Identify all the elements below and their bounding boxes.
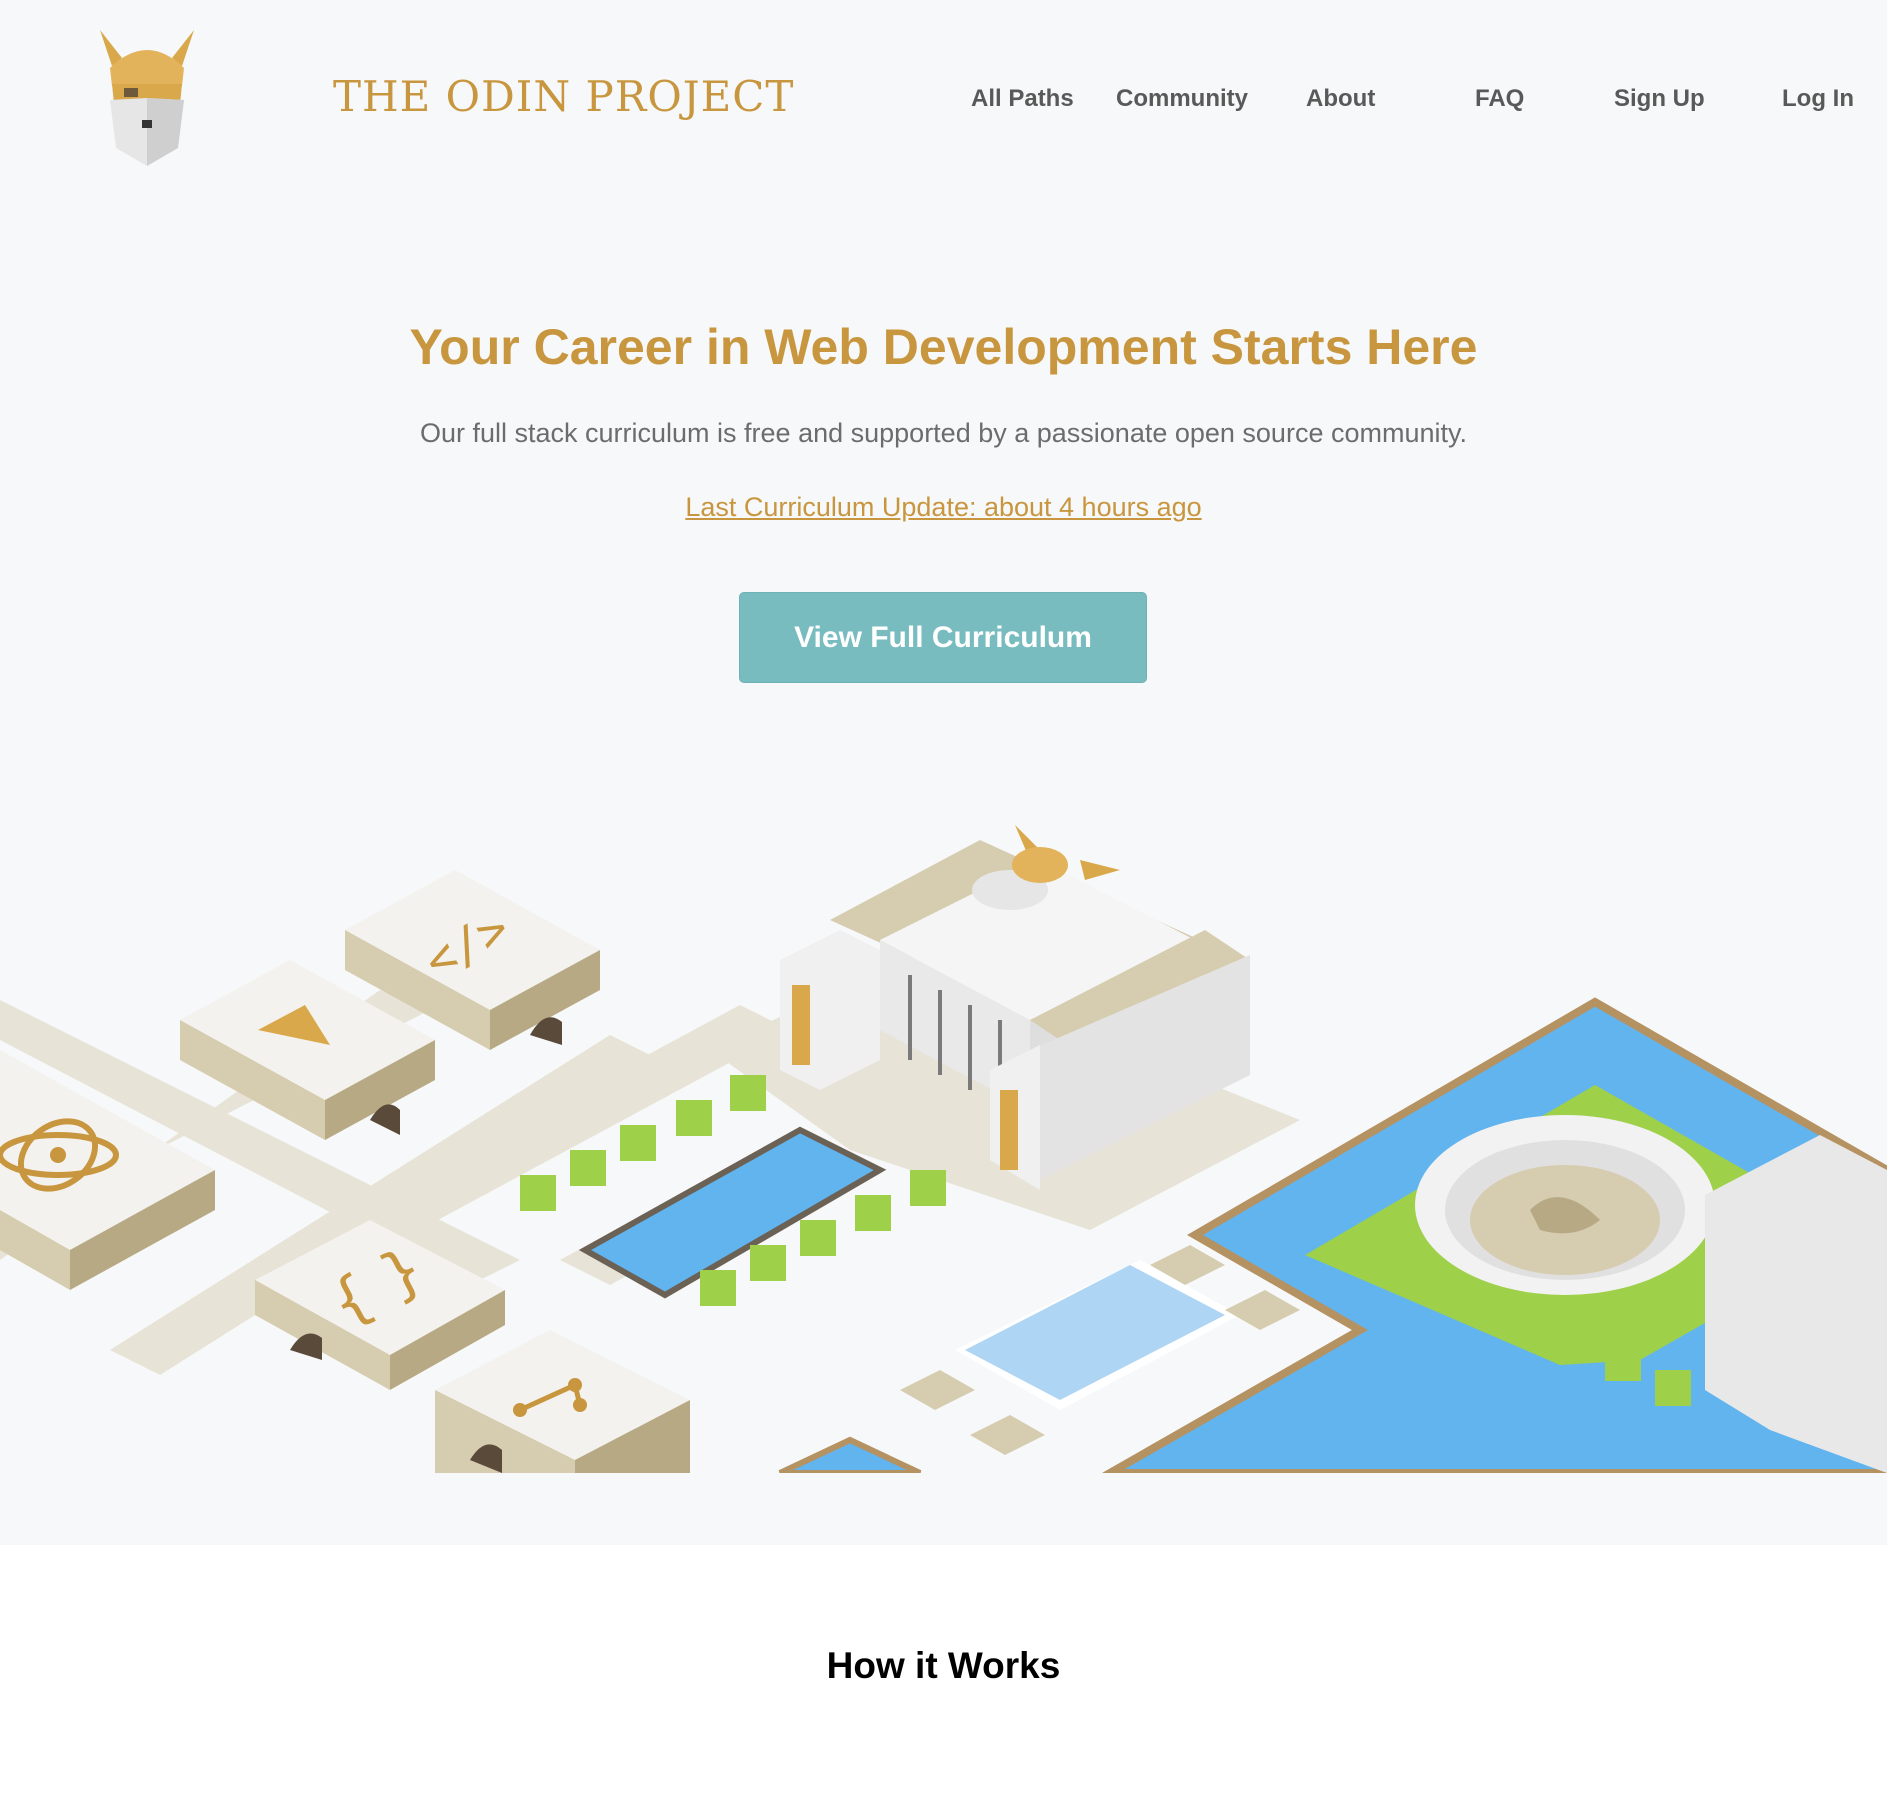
nav-all-paths[interactable]: All Paths [971, 85, 1074, 113]
odin-logo-icon[interactable] [92, 26, 202, 166]
nav-log-in[interactable]: Log In [1782, 85, 1854, 113]
brand-title[interactable]: THE ODIN PROJECT [333, 72, 794, 121]
view-curriculum-button[interactable]: View Full Curriculum [739, 592, 1147, 683]
nav-community[interactable]: Community [1116, 85, 1248, 113]
how-it-works-title: How it Works [826, 1645, 1061, 1686]
colosseum [1415, 1115, 1715, 1295]
campus-illustration: </> { } [0, 825, 1887, 1473]
curriculum-update-link-wrap: Last Curriculum Update: about 4 hours ag… [0, 492, 1887, 523]
nav-sign-up[interactable]: Sign Up [1614, 85, 1705, 113]
hero-subtitle: Our full stack curriculum is free and su… [419, 418, 1467, 448]
hero-title: Your Career in Web Development Starts He… [409, 319, 1478, 375]
block-graph [435, 1330, 690, 1473]
curriculum-update-link[interactable]: Last Curriculum Update: about 4 hours ag… [685, 492, 1201, 522]
nav-faq[interactable]: FAQ [1475, 85, 1524, 113]
nav-about[interactable]: About [1306, 85, 1375, 113]
